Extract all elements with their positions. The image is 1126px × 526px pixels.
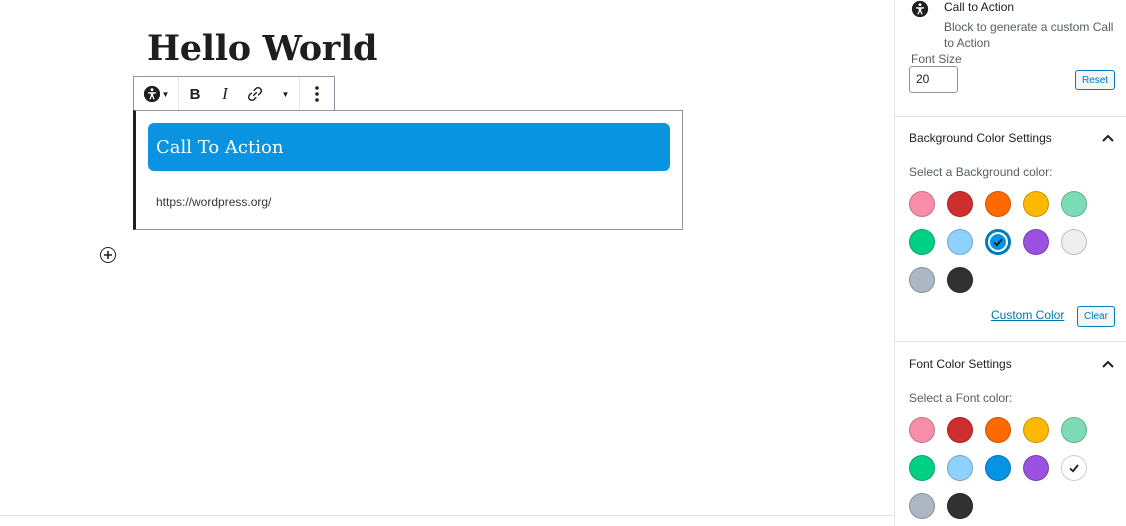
background-panel-subtitle: Select a Background color: [909,165,1053,179]
checkmark-icon [1069,464,1079,473]
more-rich-text-button[interactable]: ▼ [271,77,299,111]
color-swatch[interactable] [909,417,935,443]
more-options-button[interactable] [300,77,334,111]
color-swatch[interactable] [1023,455,1049,481]
block-inserter-button[interactable] [100,247,116,263]
footer-divider [0,515,894,516]
font-color-panel-title[interactable]: Font Color Settings [909,357,1012,371]
color-swatch[interactable] [1061,229,1087,255]
color-swatch[interactable] [985,229,1011,255]
panel-divider [895,341,1126,342]
post-title[interactable]: Hello World [147,28,377,69]
color-swatch[interactable] [1023,417,1049,443]
color-swatch[interactable] [1061,417,1087,443]
color-swatch[interactable] [947,417,973,443]
color-swatch[interactable] [909,455,935,481]
color-swatch[interactable] [909,493,935,519]
call-to-action-block[interactable]: Call To Action https://wordpress.org/ [133,110,683,230]
color-swatch[interactable] [909,267,935,293]
cta-url[interactable]: https://wordpress.org/ [156,195,271,209]
chevron-down-icon: ▼ [281,89,290,99]
accessibility-icon [911,0,929,18]
bold-button[interactable]: B [179,77,211,111]
color-swatch[interactable] [1061,455,1087,481]
cta-text[interactable]: Call To Action [156,137,283,158]
color-swatch[interactable] [947,493,973,519]
color-swatch[interactable] [1023,191,1049,217]
block-card-title: Call to Action [944,0,1015,14]
options-group [300,77,334,111]
accessibility-icon [143,85,160,103]
formatting-group: B I ▼ [179,77,300,111]
clear-background-button[interactable]: Clear [1077,306,1115,327]
chevron-up-icon[interactable] [1101,359,1115,369]
color-swatch[interactable] [947,267,973,293]
reset-font-size-button[interactable]: Reset [1075,70,1115,90]
chevron-up-icon[interactable] [1101,133,1115,143]
font-size-label: Font Size [911,52,962,66]
link-icon [247,86,263,102]
color-swatch[interactable] [985,417,1011,443]
color-swatch[interactable] [985,191,1011,217]
italic-icon: I [222,84,228,103]
color-swatch[interactable] [1023,229,1049,255]
font-color-panel-subtitle: Select a Font color: [909,391,1013,405]
chevron-down-icon: ▼ [161,89,170,99]
color-swatch[interactable] [947,191,973,217]
plus-icon [104,251,112,259]
font-size-input[interactable]: 20 [909,66,958,93]
link-button[interactable] [239,77,271,111]
custom-color-button[interactable]: Custom Color [991,308,1064,322]
color-swatch[interactable] [1061,191,1087,217]
settings-sidebar: Call to Action Block to generate a custo… [894,0,1126,526]
block-switcher-button[interactable]: ▼ [134,77,178,111]
block-card-description: Block to generate a custom Call to Actio… [944,20,1114,50]
block-switcher-group: ▼ [134,77,179,111]
checkmark-icon [993,238,1003,247]
cta-banner[interactable]: Call To Action [148,123,670,171]
panel-divider [895,116,1126,117]
color-swatch[interactable] [909,191,935,217]
more-vertical-icon [315,86,319,102]
block-toolbar: ▼ B I ▼ [133,76,335,111]
bold-icon: B [189,85,201,103]
color-swatch[interactable] [985,455,1011,481]
color-swatch[interactable] [909,229,935,255]
editor-canvas: Hello World ▼ B I ▼ Call To Action https… [0,0,894,526]
color-swatch[interactable] [947,229,973,255]
background-panel-title[interactable]: Background Color Settings [909,131,1052,145]
italic-button[interactable]: I [211,77,239,111]
color-swatch[interactable] [947,455,973,481]
